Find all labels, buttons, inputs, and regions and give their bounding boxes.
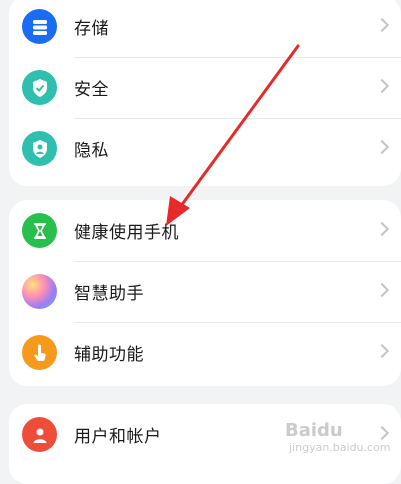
settings-item-label: 用户和帐户 bbox=[74, 427, 162, 447]
settings-item-label: 存储 bbox=[74, 19, 109, 39]
settings-item-digital-balance[interactable]: 健康使用手机 bbox=[9, 200, 401, 261]
settings-item-label: 智慧助手 bbox=[74, 284, 144, 304]
watermark: Baidu jingyan.baidu.com bbox=[285, 420, 391, 454]
settings-item-label: 健康使用手机 bbox=[74, 223, 179, 243]
settings-item-privacy[interactable]: 隐私 bbox=[9, 118, 401, 179]
chevron-right-icon bbox=[374, 17, 390, 33]
settings-item-security[interactable]: 安全 bbox=[9, 57, 401, 118]
chevron-right-icon bbox=[374, 139, 390, 155]
hand-pointer-icon bbox=[22, 335, 57, 370]
chevron-right-icon bbox=[374, 221, 390, 237]
chevron-right-icon bbox=[374, 282, 390, 298]
hourglass-icon bbox=[22, 213, 57, 248]
settings-card-1: 存储 安全 隐私 bbox=[9, 0, 401, 186]
chevron-right-icon bbox=[374, 78, 390, 94]
settings-item-label: 隐私 bbox=[74, 141, 109, 161]
shield-check-icon bbox=[22, 70, 57, 105]
settings-item-label: 辅助功能 bbox=[74, 345, 144, 365]
watermark-sub: jingyan.baidu.com bbox=[289, 441, 391, 454]
user-icon bbox=[22, 417, 57, 452]
chevron-right-icon bbox=[374, 343, 390, 359]
privacy-shield-icon bbox=[22, 131, 57, 166]
storage-icon bbox=[22, 9, 57, 44]
settings-item-accessibility[interactable]: 辅助功能 bbox=[9, 322, 401, 383]
settings-card-2: 健康使用手机 智慧助手 辅助功能 bbox=[9, 200, 401, 386]
assistant-orb-icon bbox=[22, 274, 57, 309]
watermark-brand: Baidu bbox=[285, 420, 343, 441]
settings-item-label: 安全 bbox=[74, 80, 109, 100]
settings-item-smart-assistant[interactable]: 智慧助手 bbox=[9, 261, 401, 322]
settings-item-storage[interactable]: 存储 bbox=[9, 0, 401, 57]
